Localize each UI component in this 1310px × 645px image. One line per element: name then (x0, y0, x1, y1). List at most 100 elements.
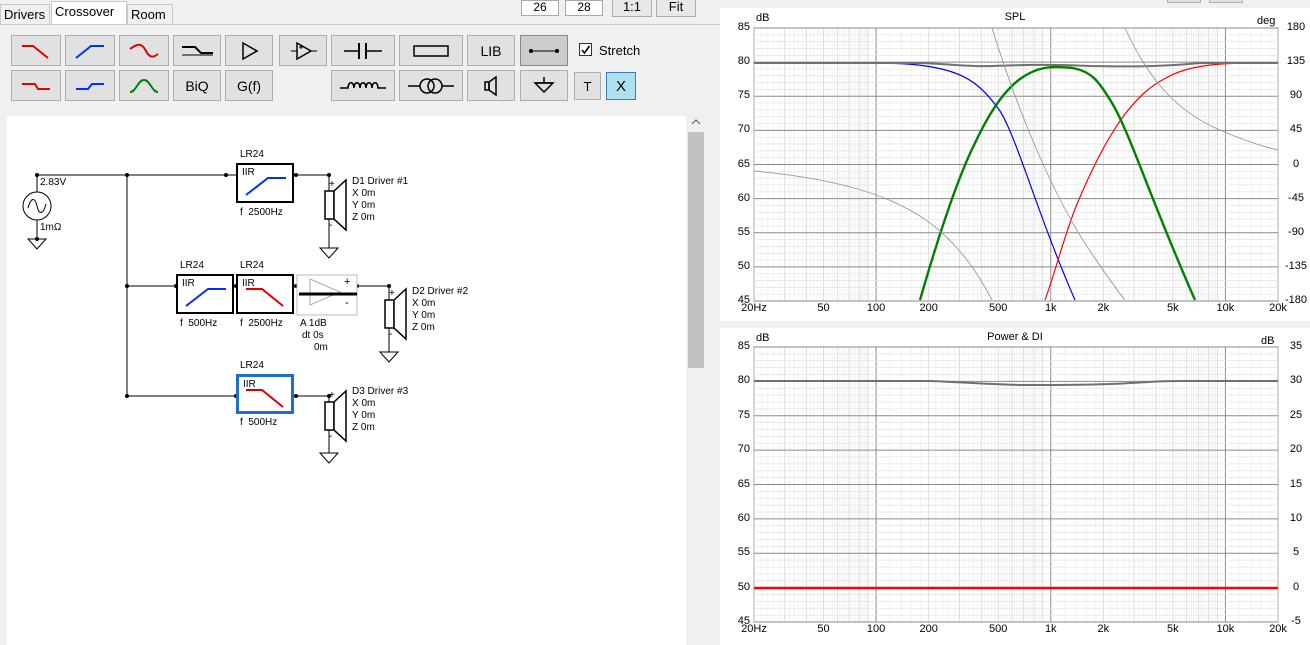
stretch-checkbox[interactable] (579, 43, 592, 56)
spl-x-tick: 10k (1216, 302, 1235, 314)
driver3-plus: + (329, 390, 335, 401)
driver1-speaker-icon[interactable] (323, 180, 349, 230)
inductor-button[interactable] (331, 70, 395, 101)
power-di-plot (753, 346, 1279, 623)
resistor-icon (413, 44, 449, 57)
schematic-canvas[interactable]: 2.83V 1mΩ LR24 IIR f 2500Hz LR24 IIR f 5… (7, 116, 687, 645)
allpass-icon (129, 43, 159, 58)
power-x-tick: 100 (866, 623, 886, 635)
driver2-plus: + (389, 288, 395, 299)
spl-left-tick: 75 (737, 89, 750, 102)
scrollbar-thumb[interactable] (688, 132, 704, 368)
resistor-button[interactable] (399, 35, 463, 66)
amp-minus: - (345, 297, 349, 309)
filter1-highpass-block[interactable]: IIR (236, 163, 294, 203)
tab-room[interactable]: Room (127, 4, 173, 24)
tab-drivers[interactable]: Drivers (0, 4, 50, 24)
schematic-scrollbar[interactable] (686, 112, 706, 645)
graph-button-1[interactable] (1167, 0, 1201, 3)
inductor-icon (340, 81, 386, 89)
filter2-highpass-block[interactable]: IIR (176, 274, 234, 314)
filter1-freq-label: f (240, 207, 243, 218)
power-x-tick: 10k (1216, 623, 1235, 635)
wire-button[interactable] (520, 35, 568, 66)
capacitor-button[interactable] (331, 35, 395, 66)
transfer-function-button[interactable]: G(f) (225, 70, 273, 101)
highpass-blue-button[interactable] (65, 35, 115, 66)
driver1-x: X 0m (352, 188, 376, 199)
spl-left-tick: 50 (737, 259, 750, 272)
filter1-freq-value: 2500Hz (248, 207, 283, 218)
driver1-minus: - (329, 220, 333, 231)
transformer-icon (408, 77, 454, 94)
spl-right-tick: -135 (1284, 259, 1308, 272)
shelf-button[interactable] (173, 35, 221, 66)
voltage-source-icon[interactable] (23, 192, 53, 222)
filter4-freq-value: 500Hz (248, 417, 278, 428)
highpass-icon (245, 177, 286, 196)
power-right-tick: 0 (1292, 580, 1300, 593)
chevron-up-icon[interactable] (686, 114, 706, 130)
driver2-speaker-icon[interactable] (383, 289, 409, 339)
filter3-freq-label: f (240, 318, 243, 329)
spl-x-tick: 200 (919, 302, 938, 314)
spl-left-tick: 80 (737, 55, 750, 68)
power-left-tick: 85 (737, 340, 750, 352)
speaker-icon (484, 75, 497, 96)
ground-button[interactable] (520, 70, 568, 101)
biquad-button[interactable]: BiQ (173, 70, 221, 101)
transformer-button[interactable] (399, 70, 463, 101)
power-left-tick: 65 (737, 477, 750, 490)
filter3-type: LR24 (240, 260, 264, 271)
zoom-y-field[interactable]: 28 (565, 0, 603, 16)
lowpass-red-button[interactable] (11, 35, 61, 66)
spl-x-tick: 20Hz (741, 302, 767, 314)
driver1-z: Z 0m (352, 212, 375, 223)
fit-button[interactable]: Fit (656, 0, 696, 17)
driver3-speaker-icon[interactable] (323, 391, 349, 441)
delete-button[interactable]: X (606, 72, 636, 100)
amp-distance: 0m (314, 342, 328, 353)
spl-plot (753, 27, 1279, 302)
driver-button[interactable] (467, 70, 515, 101)
filter4-lowpass-block[interactable]: IIR (236, 374, 294, 414)
driver2-x: X 0m (412, 298, 436, 309)
spl-x-tick: 2k (1097, 302, 1110, 314)
power-di-graph[interactable]: Power & DI dB dB 85 80 75 70 65 60 55 50 45 35 30 2… (720, 328, 1310, 645)
power-right-tick: 15 (1289, 477, 1303, 490)
power-left-tick: 50 (737, 580, 750, 593)
spl-right-tick: -90 (1288, 225, 1304, 238)
amp-gain: A 1dB (300, 318, 327, 329)
tab-crossover[interactable]: Crossover (51, 1, 127, 24)
power-x-tick: 2k (1097, 623, 1110, 635)
allpass-red-button[interactable] (119, 35, 169, 66)
graph-button-2[interactable] (1209, 0, 1243, 3)
summing-amp-button[interactable] (279, 35, 327, 66)
lowpass-1st-red-button[interactable] (11, 70, 61, 101)
text-button[interactable]: T (574, 72, 601, 100)
spl-left-tick: 55 (737, 225, 750, 238)
spl-x-tick: 20k (1269, 302, 1287, 314)
filter1-type: LR24 (240, 149, 264, 160)
driver2-minus: - (389, 329, 393, 340)
filter4-freq-label: f (240, 417, 243, 428)
library-button[interactable]: LIB (467, 35, 515, 66)
power-x-tick: 1k (1044, 623, 1057, 635)
spl-right-tick: -45 (1288, 191, 1304, 204)
filter4-type: LR24 (240, 360, 264, 371)
highpass-1st-blue-button[interactable] (65, 70, 115, 101)
spl-right-tick: 0 (1292, 157, 1300, 170)
spl-graph[interactable]: SPL dB deg 85 80 75 70 65 60 55 50 45 180 135 90 45 0… (720, 8, 1310, 321)
power-left-tick: 60 (737, 511, 750, 524)
lowpass-icon (246, 389, 284, 408)
spl-right-tick: 180 (1286, 21, 1306, 33)
power-left-tick: 55 (737, 546, 750, 559)
bandpass-green-button[interactable] (119, 70, 169, 101)
spl-right-tick: 45 (1289, 123, 1303, 136)
zoom-1to1-button[interactable]: 1:1 (612, 0, 652, 17)
filter3-freq: f 2500Hz (240, 318, 283, 330)
zoom-x-field[interactable]: 26 (521, 0, 559, 16)
filter3-lowpass-block[interactable]: IIR (236, 274, 294, 314)
buffer-button[interactable] (225, 35, 273, 66)
power-left-tick: 75 (737, 408, 750, 421)
